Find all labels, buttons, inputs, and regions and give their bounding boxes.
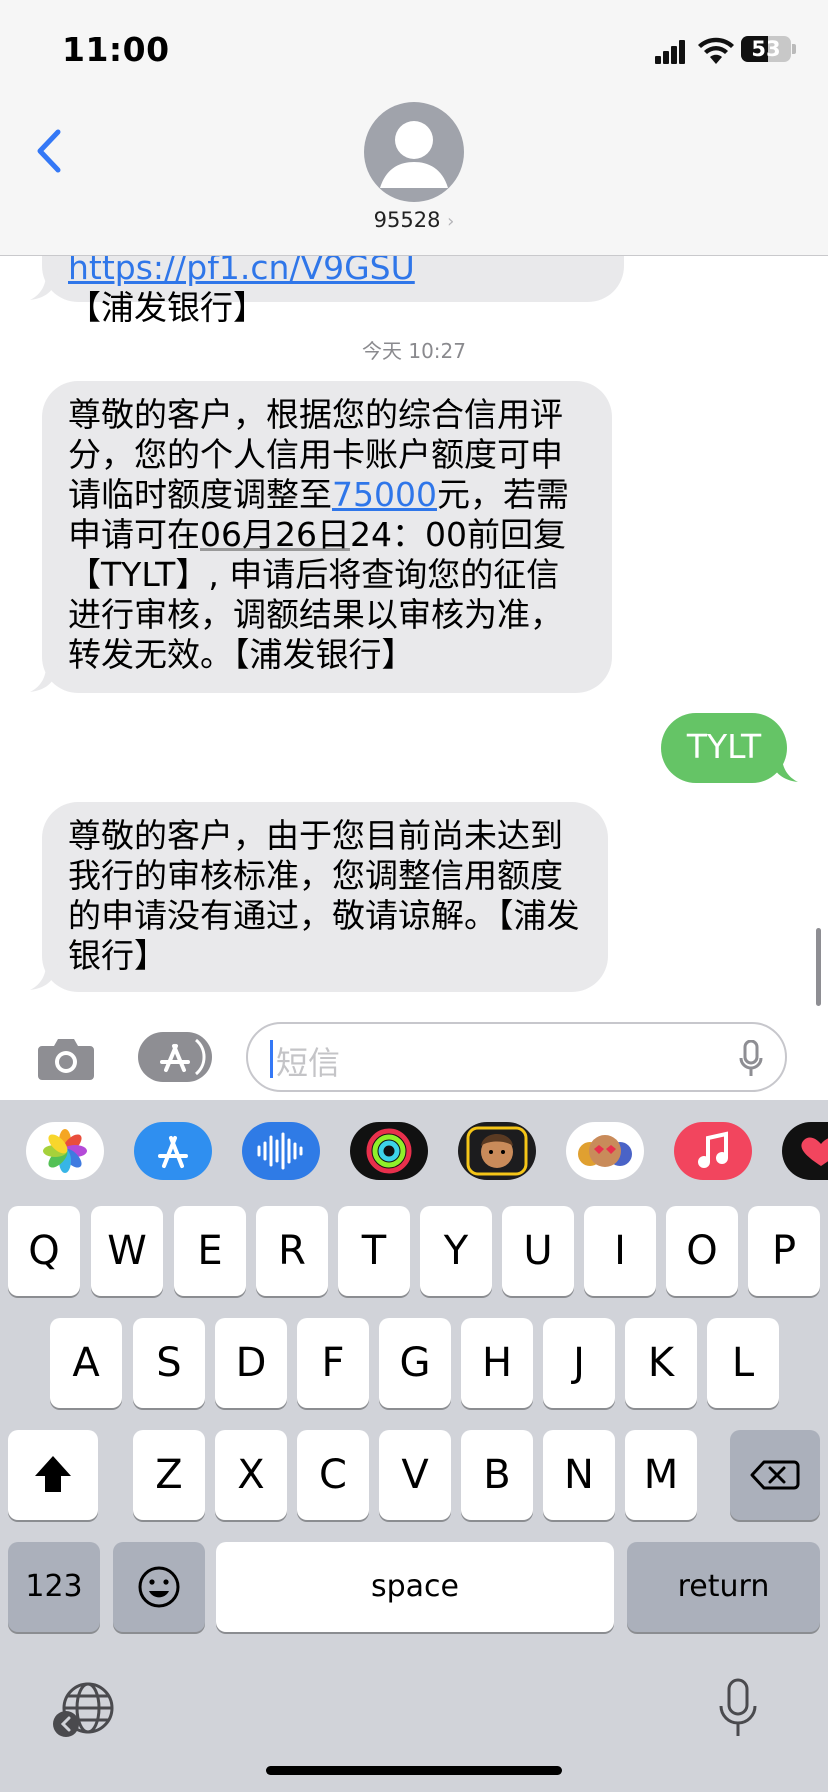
key-z[interactable]: Z [133, 1430, 205, 1520]
return-key[interactable]: return [627, 1542, 820, 1632]
music-app-icon[interactable] [674, 1122, 752, 1180]
bubble-tail [30, 666, 58, 692]
key-s[interactable]: S [133, 1318, 205, 1408]
message-timestamp: 今天 10:27 [362, 339, 466, 363]
message-text: 尊敬的客户，由于您目前尚未达到我行的审核标准，您调整信用额度的申请没有通过，敬请… [68, 816, 580, 975]
battery-icon: 53 [741, 36, 791, 62]
imessage-app-drawer [0, 1100, 828, 1200]
key-w[interactable]: W [91, 1206, 163, 1296]
outgoing-message-bubble[interactable]: TYLT [661, 713, 787, 783]
key-d[interactable]: D [215, 1318, 287, 1408]
key-j[interactable]: J [543, 1318, 615, 1408]
contact-number: 95528 [373, 208, 441, 232]
incoming-message-bubble[interactable]: 尊敬的客户，由于您目前尚未达到我行的审核标准，您调整信用额度的申请没有通过，敬请… [42, 802, 608, 992]
status-time: 11:00 [62, 30, 170, 69]
contact-name[interactable]: 95528 › [0, 208, 828, 232]
battery-nub [792, 44, 796, 54]
chevron-right-icon: › [447, 211, 455, 232]
contact-avatar[interactable] [364, 102, 464, 202]
emoji-key[interactable] [113, 1542, 205, 1632]
emoji-icon [138, 1566, 180, 1608]
key-b[interactable]: B [461, 1430, 533, 1520]
key-p[interactable]: P [748, 1206, 820, 1296]
delete-key[interactable] [730, 1430, 820, 1520]
key-g[interactable]: G [379, 1318, 451, 1408]
dictation-mic-icon[interactable] [718, 1678, 758, 1740]
camera-icon[interactable] [36, 1034, 96, 1082]
shift-icon [35, 1456, 71, 1492]
animoji-app-icon[interactable] [566, 1122, 644, 1180]
key-i[interactable]: I [584, 1206, 656, 1296]
incoming-message-bubble[interactable]: 尊敬的客户，根据您的综合信用评分，您的个人信用卡账户额度可申请临时额度调整至75… [42, 381, 612, 693]
message-text: 【浦发银行】 [68, 288, 266, 327]
app-store-button[interactable] [138, 1032, 212, 1082]
key-a[interactable]: A [50, 1318, 122, 1408]
key-x[interactable]: X [215, 1430, 287, 1520]
space-key[interactable]: space [216, 1542, 614, 1632]
app-store-app-icon[interactable] [134, 1122, 212, 1180]
conversation-header: 11:00 53 95528 › [0, 0, 828, 256]
key-n[interactable]: N [543, 1430, 615, 1520]
key-t[interactable]: T [338, 1206, 410, 1296]
text-cursor [270, 1040, 273, 1078]
dictation-mic-icon[interactable] [739, 1040, 763, 1078]
key-h[interactable]: H [461, 1318, 533, 1408]
audio-message-app-icon[interactable] [242, 1122, 320, 1180]
home-indicator[interactable] [266, 1766, 562, 1775]
message-input[interactable]: 短信 [246, 1022, 787, 1092]
memoji-app-icon[interactable] [458, 1122, 536, 1180]
message-text: TYLT [686, 727, 762, 766]
digital-touch-app-icon[interactable] [782, 1122, 828, 1180]
app-store-icon [160, 1038, 206, 1076]
key-m[interactable]: M [625, 1430, 697, 1520]
key-y[interactable]: Y [420, 1206, 492, 1296]
bubble-tail [30, 274, 58, 300]
bubble-tail [30, 964, 58, 990]
key-v[interactable]: V [379, 1430, 451, 1520]
key-u[interactable]: U [502, 1206, 574, 1296]
key-o[interactable]: O [666, 1206, 738, 1296]
back-chevron-icon[interactable] [30, 126, 70, 176]
globe-icon[interactable] [50, 1676, 120, 1742]
shift-key[interactable] [8, 1430, 98, 1520]
photos-app-icon[interactable] [26, 1122, 104, 1180]
bubble-tail [770, 756, 798, 782]
activity-app-icon[interactable] [350, 1122, 428, 1180]
scrollbar[interactable] [816, 928, 821, 1006]
key-l[interactable]: L [707, 1318, 779, 1408]
input-placeholder: 短信 [276, 1044, 341, 1082]
date-link[interactable]: 06月26日 [200, 515, 350, 554]
person-icon [380, 121, 448, 188]
amount-link[interactable]: 75000 [332, 475, 437, 514]
battery-percent: 53 [751, 37, 781, 61]
key-k[interactable]: K [625, 1318, 697, 1408]
delete-icon [750, 1460, 800, 1490]
wifi-icon [698, 37, 734, 64]
numbers-key[interactable]: 123 [8, 1542, 100, 1632]
key-f[interactable]: F [297, 1318, 369, 1408]
key-c[interactable]: C [297, 1430, 369, 1520]
key-r[interactable]: R [256, 1206, 328, 1296]
key-e[interactable]: E [174, 1206, 246, 1296]
cellular-signal-icon [655, 40, 685, 64]
key-q[interactable]: Q [8, 1206, 80, 1296]
